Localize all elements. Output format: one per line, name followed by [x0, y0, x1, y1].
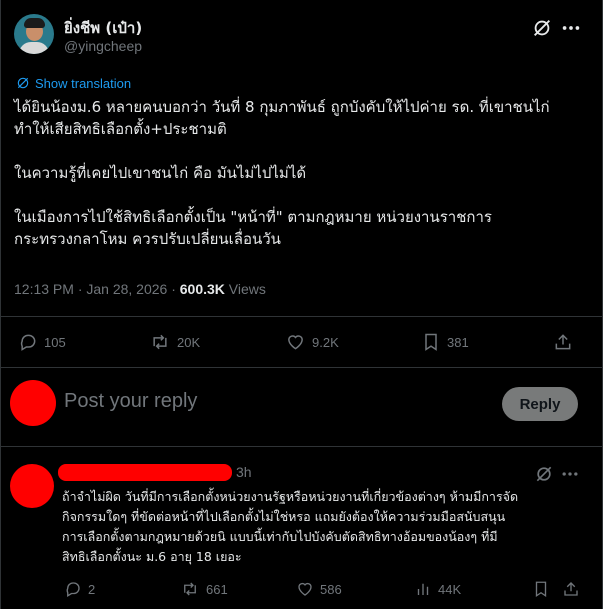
- reply-count: 105: [44, 334, 66, 350]
- author-avatar[interactable]: [14, 14, 54, 54]
- post-action-bar: 105 20K 9.2K 381: [0, 328, 603, 356]
- comment-like-count: 586: [320, 581, 342, 597]
- share-icon: [564, 582, 578, 596]
- post-text-line: ในความรู้ที่เคยไปเขาชนไก่ คือ มันไม่ไปไม…: [14, 164, 307, 182]
- comment-repost-action[interactable]: 661: [180, 578, 228, 600]
- comment-action-bar: 2 661 586 44K: [0, 578, 603, 600]
- reply-icon: [20, 334, 36, 351]
- like-count: 9.2K: [312, 334, 339, 350]
- show-translation-link[interactable]: Show translation: [35, 76, 131, 91]
- more-options-icon[interactable]: [560, 464, 580, 484]
- reply-input[interactable]: Post your reply: [64, 390, 197, 413]
- comment-reply-action[interactable]: 2: [64, 578, 95, 600]
- comment-repost-count: 661: [206, 581, 228, 597]
- comment-like-action[interactable]: 586: [296, 578, 342, 600]
- repost-icon: [184, 582, 196, 596]
- bookmark-action[interactable]: 381: [421, 328, 469, 356]
- views-bar-chart-icon: [417, 583, 429, 595]
- post-text-line: กระทรวงกลาโหม ควรปรับเปลี่ยนเลื่อนวัน: [14, 230, 281, 248]
- author-display-name[interactable]: ยิ่งชีพ (เป๋า): [64, 16, 142, 40]
- bookmark-icon: [535, 581, 547, 598]
- repost-icon: [153, 334, 167, 350]
- comment-text-line: สิทธิเลือกตั้งนะ ม.6 อายุ 18 เยอะ: [62, 549, 242, 564]
- comment-reply-count: 2: [88, 581, 96, 597]
- share-icon: [555, 334, 571, 350]
- comment-text-line: ถ้าจำไม่ผิด วันที่มีการเลือกตั้งหน่วยงาน…: [62, 489, 519, 504]
- divider: [0, 446, 603, 447]
- repost-action[interactable]: 20K: [149, 328, 200, 356]
- comment-text: ถ้าจำไม่ผิด วันที่มีการเลือกตั้งหน่วยงาน…: [62, 487, 592, 567]
- views-count: 600.3K: [179, 281, 225, 297]
- comment-views-count: 44K: [438, 581, 462, 597]
- comment-time[interactable]: 3h: [236, 464, 252, 480]
- reply-icon: [66, 582, 80, 597]
- author-handle[interactable]: @yingcheep: [64, 38, 142, 54]
- bookmark-count: 381: [447, 334, 469, 350]
- post-text-line: ในเมืองการไปใช้สิทธิเลือกตั้งเป็น "หน้าท…: [14, 208, 492, 226]
- post-text-line: ทำให้เสียสิทธิเลือกตั้ง+ประชามติ: [14, 120, 227, 138]
- comment-views-action[interactable]: 44K: [414, 578, 461, 600]
- views-label: Views: [224, 281, 266, 297]
- current-user-avatar-redacted: [10, 380, 56, 426]
- like-action[interactable]: 9.2K: [285, 328, 339, 356]
- post-text: ได้ยินน้องม.6 หลายคนบอกว่า วันที่ 8 กุมภ…: [14, 96, 589, 250]
- comment-text-line: การเลือกตั้งตามกฎหมายด้วยนิ แบบนี้เท่ากั…: [62, 529, 498, 544]
- reply-action[interactable]: 105: [18, 328, 66, 356]
- post-text-line: ได้ยินน้องม.6 หลายคนบอกว่า วันที่ 8 กุมภ…: [14, 98, 550, 116]
- grok-icon[interactable]: [531, 17, 553, 39]
- more-options-icon[interactable]: [560, 17, 582, 39]
- bookmark-icon: [425, 333, 437, 351]
- reply-button[interactable]: Reply: [502, 387, 578, 421]
- post-meta: 12:13 PM · Jan 28, 2026 · 600.3K Views: [14, 281, 266, 297]
- heart-icon: [288, 335, 303, 350]
- divider: [0, 316, 603, 317]
- commenter-avatar-redacted[interactable]: [10, 464, 54, 508]
- post-timestamp[interactable]: 12:13 PM · Jan 28, 2026 ·: [14, 281, 180, 297]
- commenter-name-redacted[interactable]: [58, 464, 232, 481]
- divider: [0, 367, 603, 368]
- translate-icon: [17, 77, 29, 89]
- translate-row[interactable]: Show translation: [16, 74, 131, 92]
- grok-icon[interactable]: [534, 464, 554, 484]
- repost-count: 20K: [177, 334, 201, 350]
- share-action[interactable]: [553, 328, 579, 356]
- comment-text-line: กิจกรรมใดๆ ที่ขัดต่อหน้าที่ไปเลือกตั้งไม…: [62, 509, 506, 524]
- comment-bookmark-action[interactable]: [532, 578, 556, 600]
- comment-share-action[interactable]: [562, 578, 586, 600]
- heart-icon: [298, 582, 312, 596]
